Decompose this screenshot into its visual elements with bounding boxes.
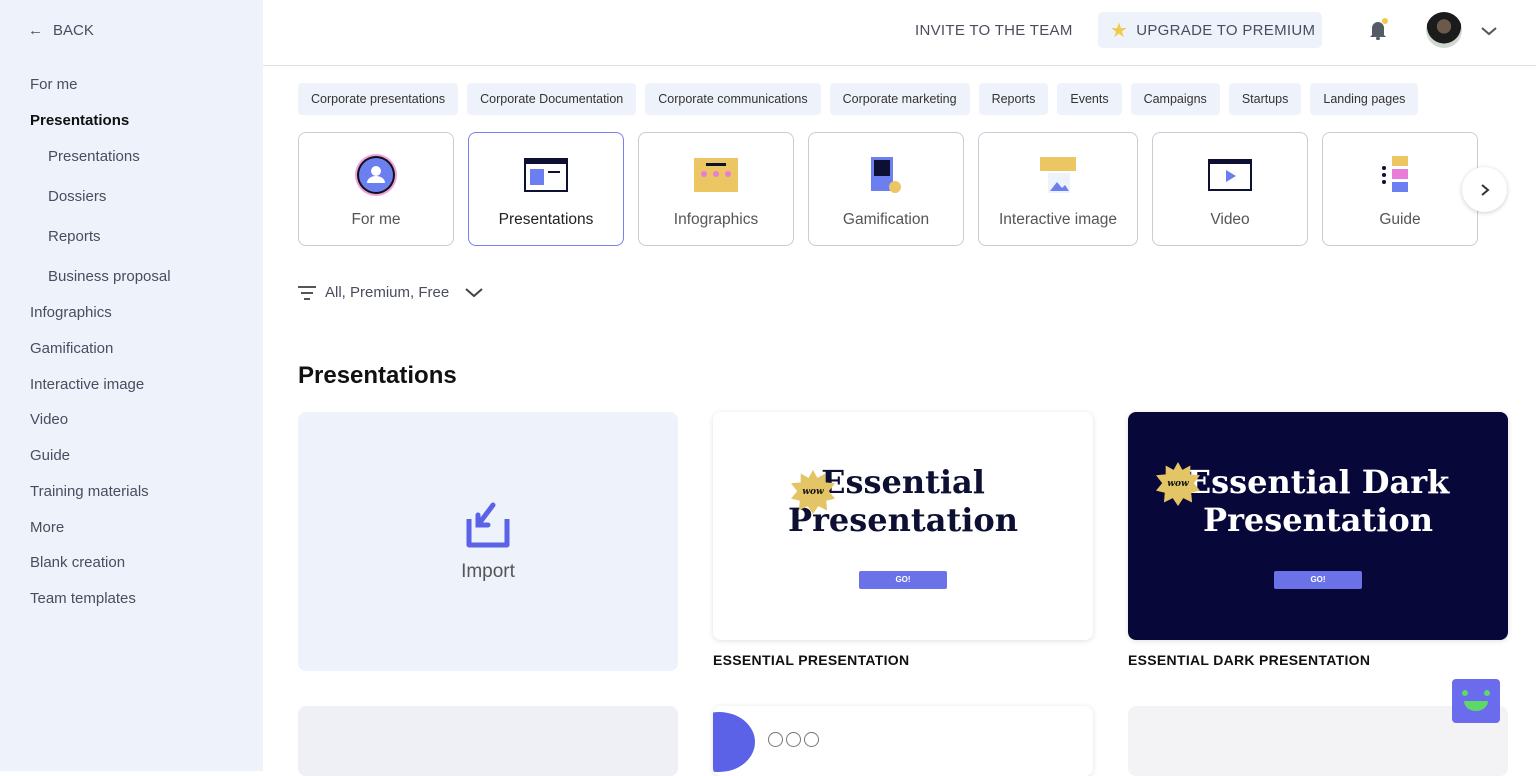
sidebar-item-more[interactable]: More — [30, 519, 64, 536]
sidebar: ← BACK For me Presentations Presentations… — [0, 0, 263, 771]
category-for-me[interactable]: For me — [298, 132, 454, 246]
import-icon — [466, 502, 510, 547]
import-card[interactable]: Import — [298, 412, 678, 671]
star-icon: ★ — [1110, 19, 1129, 42]
go-button: GO! — [859, 571, 947, 589]
chat-support-button[interactable] — [1452, 679, 1500, 723]
category-interactive-image[interactable]: Interactive image — [978, 132, 1138, 246]
sidebar-item-training-materials[interactable]: Training materials — [30, 483, 149, 500]
category-gamification[interactable]: Gamification — [808, 132, 964, 246]
template-thumbnail[interactable] — [713, 706, 1093, 776]
interactive-image-icon — [1038, 153, 1078, 197]
chevron-down-icon[interactable] — [1480, 22, 1498, 45]
infographic-icon — [694, 153, 738, 197]
category-video[interactable]: Video — [1152, 132, 1308, 246]
chevron-right-icon — [1480, 183, 1490, 196]
sidebar-item-gamification[interactable]: Gamification — [30, 340, 113, 357]
presentation-icon — [524, 153, 568, 197]
sidebar-item-presentations[interactable]: Presentations — [30, 112, 129, 129]
category-guide[interactable]: Guide — [1322, 132, 1478, 246]
smiley-chat-icon — [1462, 690, 1490, 711]
video-icon — [1208, 153, 1252, 197]
chip[interactable]: Landing pages — [1310, 83, 1419, 115]
chip[interactable]: Events — [1057, 83, 1122, 115]
tag-chips: Corporate presentations Corporate Docume… — [298, 83, 1419, 115]
upgrade-button[interactable]: ★ UPGRADE TO PREMIUM — [1098, 12, 1322, 48]
sidebar-subitem-reports[interactable]: Reports — [48, 228, 101, 245]
sidebar-item-guide[interactable]: Guide — [30, 447, 70, 464]
template-name[interactable]: ESSENTIAL DARK PRESENTATION — [1128, 652, 1370, 668]
sidebar-item-infographics[interactable]: Infographics — [30, 304, 112, 321]
notification-bell-icon[interactable] — [1368, 18, 1390, 47]
guide-icon — [1380, 153, 1420, 197]
back-button[interactable]: ← BACK — [28, 22, 94, 39]
chip[interactable]: Corporate Documentation — [467, 83, 637, 115]
invite-button[interactable]: INVITE TO THE TEAM — [915, 22, 1073, 39]
chip[interactable]: Startups — [1228, 83, 1302, 115]
template-thumbnail[interactable] — [1128, 706, 1508, 776]
chip[interactable]: Reports — [978, 83, 1049, 115]
license-filter[interactable]: All, Premium, Free — [298, 284, 484, 301]
filter-icon — [298, 285, 316, 300]
arrow-left-icon: ← — [28, 22, 43, 39]
sidebar-item-blank-creation[interactable]: Blank creation — [30, 554, 125, 571]
game-console-icon — [869, 153, 903, 197]
sidebar-subitem-dossiers[interactable]: Dossiers — [48, 188, 106, 205]
chevron-down-icon — [465, 287, 483, 297]
sidebar-item-team-templates[interactable]: Team templates — [30, 590, 136, 607]
category-infographics[interactable]: Infographics — [638, 132, 794, 246]
sidebar-subitem-presentations[interactable]: Presentations — [48, 148, 140, 165]
template-thumbnail[interactable] — [298, 706, 678, 776]
top-bar — [263, 0, 1536, 66]
avatar[interactable] — [1426, 12, 1462, 48]
sidebar-subitem-business-proposal[interactable]: Business proposal — [48, 268, 171, 285]
section-title: Presentations — [298, 362, 457, 389]
sidebar-item-for-me[interactable]: For me — [30, 76, 78, 93]
category-presentations[interactable]: Presentations — [468, 132, 624, 246]
chip[interactable]: Corporate communications — [645, 83, 821, 115]
chip[interactable]: Corporate marketing — [829, 83, 970, 115]
template-thumbnail[interactable]: wow Essential Presentation GO! — [713, 412, 1093, 640]
sidebar-item-video[interactable]: Video — [30, 411, 68, 428]
chip[interactable]: Corporate presentations — [298, 83, 459, 115]
sidebar-item-interactive-image[interactable]: Interactive image — [30, 376, 144, 393]
carousel-next-button[interactable] — [1462, 167, 1507, 212]
template-thumbnail[interactable]: wow Essential Dark Presentation GO! — [1128, 412, 1508, 640]
go-button: GO! — [1274, 571, 1362, 589]
category-carousel: For me Presentations Infographics Gamifi… — [298, 132, 1478, 246]
user-icon — [354, 153, 398, 197]
template-name[interactable]: ESSENTIAL PRESENTATION — [713, 652, 909, 668]
chip[interactable]: Campaigns — [1130, 83, 1220, 115]
